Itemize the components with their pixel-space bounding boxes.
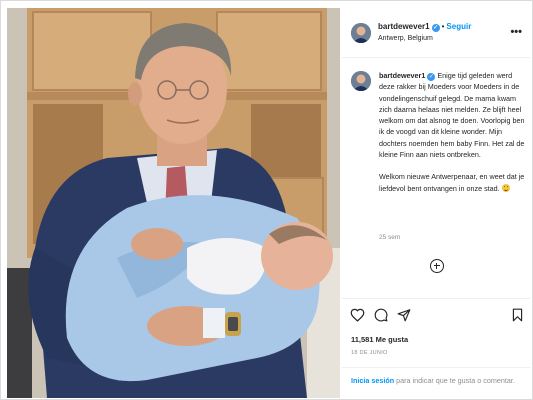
more-options-icon[interactable]: ••• [510,26,522,38]
caption-text-1: Enige tijd geleden werd deze rakker bij … [379,71,525,160]
post-header: bartdewever1 ✓ • Seguir Antwerp, Belgium ••… [342,8,530,58]
login-link[interactable]: Inicia sesión [351,376,394,385]
likes-count[interactable]: 11,581 Me gusta [351,335,408,344]
bookmark-icon[interactable] [512,308,523,322]
header-user-line: bartdewever1 ✓ • Seguir [378,22,471,32]
verified-badge-icon: ✓ [431,24,440,32]
post-actions-bar [342,298,530,328]
smiling-face-emoji-icon [501,183,510,192]
login-prompt-bar: Inicia sesión para indicar que te gusta … [342,367,530,398]
post-caption: bartdewever1 ✓ Enige tijd geleden werd de… [379,70,529,205]
caption-author-avatar[interactable] [351,71,371,91]
paper-plane-icon[interactable] [397,308,411,322]
caption-username[interactable]: bartdewever1 [379,71,425,80]
author-username[interactable]: bartdewever1 [378,22,430,31]
caption-time-ago[interactable]: 25 sem [379,234,400,241]
caption-paragraph-2: Welkom nieuwe Antwerpenaar, en weet dat … [379,171,529,194]
heart-icon[interactable] [350,308,365,322]
post-date[interactable]: 18 DE JUNIO [351,350,388,356]
login-prompt-text: Inicia sesión para indicar que te gusta … [351,375,523,386]
instagram-post-frame: bartdewever1 ✓ • Seguir Antwerp, Belgium ••… [0,0,533,400]
login-prompt-rest: para indicar que te gusta o comentar. [394,376,515,385]
post-photo[interactable] [7,8,340,398]
separator-dot: • [441,22,445,31]
follow-button[interactable]: Seguir [446,22,471,31]
avatar-icon [351,71,371,91]
author-avatar[interactable] [351,23,371,43]
post-location[interactable]: Antwerp, Belgium [378,35,433,42]
caption-paragraph-1: bartdewever1 ✓ Enige tijd geleden werd de… [379,70,529,160]
post-side-panel: bartdewever1 ✓ • Seguir Antwerp, Belgium ••… [342,8,530,398]
plus-circle-icon[interactable] [430,259,444,273]
post-photo-illustration [7,8,340,398]
comment-bubble-icon[interactable] [374,308,388,322]
verified-badge-icon: ✓ [427,73,436,81]
avatar-icon [351,23,371,43]
